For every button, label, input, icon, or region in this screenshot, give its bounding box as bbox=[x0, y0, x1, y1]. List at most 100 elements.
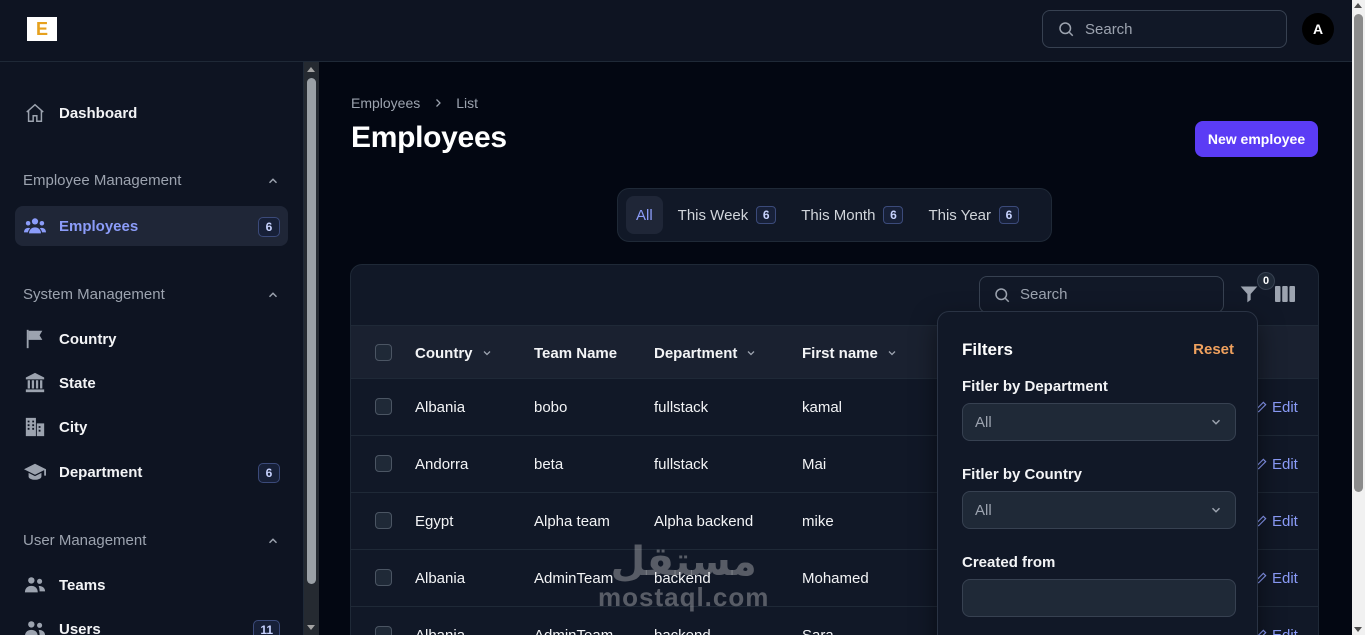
edit-label: Edit bbox=[1272, 455, 1298, 473]
chevron-down-icon bbox=[483, 351, 490, 356]
group-employee-management[interactable]: Employee Management bbox=[23, 172, 280, 189]
sidebar-item-employees[interactable]: Employees 6 bbox=[15, 206, 288, 246]
tab-all[interactable]: All bbox=[626, 196, 663, 234]
sidebar-item-state[interactable]: State bbox=[15, 363, 288, 403]
cell-first-name: Sara bbox=[802, 626, 834, 635]
filters-title: Filters bbox=[962, 340, 1014, 359]
logo-letter: E bbox=[35, 19, 48, 39]
app-logo[interactable]: E bbox=[27, 17, 57, 41]
edit-link[interactable]: Edit bbox=[1254, 379, 1298, 435]
column-header-first-name[interactable]: First name bbox=[802, 326, 898, 380]
sidebar-item-country[interactable]: Country bbox=[15, 319, 288, 359]
edit-link[interactable]: Edit bbox=[1254, 436, 1298, 492]
global-search[interactable] bbox=[1042, 10, 1287, 48]
filters-reset-link[interactable]: Reset bbox=[1193, 341, 1234, 358]
edit-label: Edit bbox=[1272, 512, 1298, 530]
scroll-down-arrow[interactable] bbox=[1354, 627, 1362, 632]
chevron-up-icon bbox=[268, 291, 278, 297]
row-checkbox[interactable] bbox=[375, 569, 392, 586]
table-search-input[interactable] bbox=[1020, 286, 1200, 303]
country-filter-select[interactable]: All bbox=[962, 491, 1236, 529]
watermark-arabic: مستقل bbox=[610, 539, 757, 585]
edit-link[interactable]: Edit bbox=[1254, 607, 1298, 635]
cell-department: fullstack bbox=[654, 455, 709, 473]
chevron-up-icon bbox=[268, 177, 278, 183]
department-filter-label: Fitler by Department bbox=[962, 378, 1108, 395]
tab-this-month[interactable]: This Month 6 bbox=[791, 196, 913, 234]
edit-link[interactable]: Edit bbox=[1254, 493, 1298, 549]
count-badge: 6 bbox=[258, 217, 280, 237]
sidebar-item-city[interactable]: City bbox=[15, 407, 288, 447]
cell-country: Albania bbox=[415, 626, 466, 635]
scroll-up-arrow[interactable] bbox=[307, 67, 315, 72]
breadcrumb-employees[interactable]: Employees bbox=[351, 95, 420, 111]
select-value: All bbox=[975, 413, 992, 431]
group-system-management[interactable]: System Management bbox=[23, 286, 280, 303]
edit-link[interactable]: Edit bbox=[1254, 550, 1298, 606]
row-checkbox[interactable] bbox=[375, 512, 392, 529]
global-search-input[interactable] bbox=[1085, 20, 1265, 38]
created-from-input[interactable] bbox=[962, 579, 1236, 617]
column-label: First name bbox=[802, 344, 878, 362]
tab-label: This Week bbox=[677, 206, 749, 224]
country-filter-label: Fitler by Country bbox=[962, 466, 1083, 483]
column-header-department[interactable]: Department bbox=[654, 326, 757, 380]
cell-first-name: mike bbox=[802, 512, 834, 530]
sidebar-item-dashboard[interactable]: Dashboard bbox=[15, 93, 288, 133]
tab-count-badge: 6 bbox=[999, 206, 1019, 224]
sidebar-item-department[interactable]: Department 6 bbox=[15, 452, 288, 492]
tab-label: All bbox=[636, 206, 653, 224]
count-badge: 11 bbox=[253, 620, 280, 635]
user-group-icon bbox=[23, 573, 47, 597]
row-checkbox[interactable] bbox=[375, 626, 392, 635]
column-label: Team Name bbox=[534, 344, 618, 362]
chevron-down-icon bbox=[888, 351, 896, 356]
cell-team-name: beta bbox=[534, 455, 564, 473]
watermark-latin: mostaql.com bbox=[598, 582, 770, 612]
window-scrollbar[interactable] bbox=[1352, 0, 1365, 635]
columns-icon[interactable] bbox=[1275, 286, 1295, 302]
scroll-up-arrow[interactable] bbox=[1354, 3, 1362, 8]
scroll-down-arrow[interactable] bbox=[307, 625, 315, 630]
tab-this-year[interactable]: This Year 6 bbox=[918, 196, 1029, 234]
chevron-up-icon bbox=[268, 537, 278, 543]
column-label: Department bbox=[654, 344, 738, 362]
row-checkbox[interactable] bbox=[375, 455, 392, 472]
new-employee-button[interactable]: New employee bbox=[1195, 121, 1318, 157]
column-label: Country bbox=[415, 344, 473, 362]
tab-this-week[interactable]: This Week 6 bbox=[668, 196, 787, 234]
cell-country: Egypt bbox=[415, 512, 454, 530]
created-from-label: Created from bbox=[962, 554, 1056, 571]
building-columns-icon bbox=[23, 371, 47, 395]
column-header-team-name[interactable]: Team Name bbox=[534, 326, 617, 380]
user-group-icon bbox=[23, 617, 47, 635]
cell-first-name: Mai bbox=[802, 455, 827, 473]
home-icon bbox=[23, 101, 47, 125]
user-avatar[interactable]: A bbox=[1302, 13, 1334, 45]
sidebar-item-users[interactable]: Users 11 bbox=[15, 609, 288, 635]
cell-country: Albania bbox=[415, 569, 466, 587]
users-icon bbox=[23, 214, 47, 238]
sidebar-item-label: State bbox=[59, 374, 96, 392]
row-checkbox[interactable] bbox=[375, 398, 392, 415]
sidebar-item-teams[interactable]: Teams bbox=[15, 565, 288, 605]
column-header-country[interactable]: Country bbox=[415, 326, 493, 380]
filter-count-badge: 0 bbox=[1257, 272, 1275, 290]
chevron-right-icon bbox=[436, 99, 442, 107]
filters-dropdown: Filters Reset Fitler by Department All F… bbox=[937, 311, 1258, 635]
cell-first-name: kamal bbox=[802, 398, 843, 416]
watermark: مستقل mostaql.com bbox=[598, 540, 769, 610]
period-tabs: All This Week 6 This Month 6 This Year 6 bbox=[617, 188, 1052, 242]
select-all-checkbox[interactable] bbox=[375, 344, 392, 361]
group-user-management[interactable]: User Management bbox=[23, 532, 280, 549]
filter-icon[interactable] bbox=[1239, 284, 1259, 304]
table-search[interactable] bbox=[979, 276, 1224, 313]
department-filter-select[interactable]: All bbox=[962, 403, 1236, 441]
group-label: System Management bbox=[23, 286, 165, 303]
search-icon bbox=[995, 287, 1010, 302]
sidebar-scrollbar[interactable] bbox=[304, 62, 319, 635]
sidebar-item-label: Dashboard bbox=[59, 104, 138, 122]
scrollbar-thumb[interactable] bbox=[1354, 14, 1363, 492]
scrollbar-thumb[interactable] bbox=[307, 78, 316, 584]
cell-country: Albania bbox=[415, 398, 466, 416]
